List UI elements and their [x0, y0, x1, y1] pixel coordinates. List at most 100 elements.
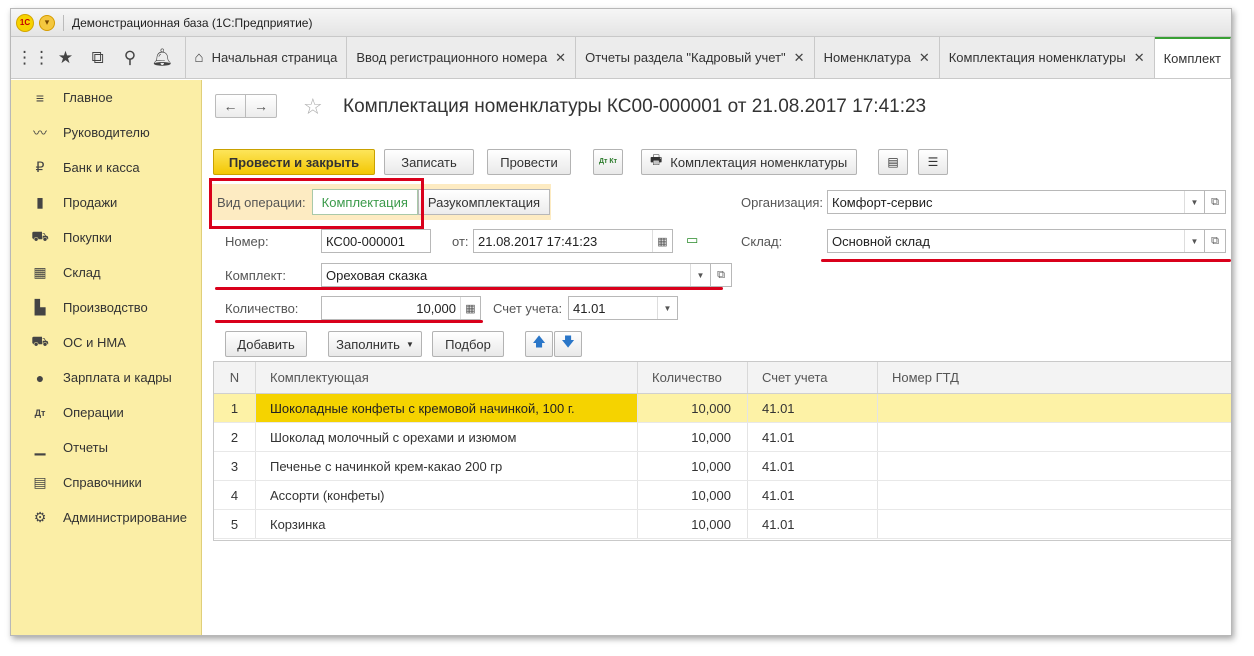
- sidebar-item-production[interactable]: ▙ Производство: [11, 290, 201, 325]
- table-row[interactable]: 1 Шоколадные конфеты с кремовой начинкой…: [214, 394, 1231, 423]
- print-kit-button[interactable]: 🖶︎ Комплектация номенклатуры: [641, 149, 857, 175]
- forward-arrow-icon[interactable]: →: [246, 95, 276, 117]
- sidebar-item-manager[interactable]: 〰 Руководителю: [11, 115, 201, 150]
- list-icon[interactable]: ☰: [918, 149, 948, 175]
- sidebar-item-bank[interactable]: ₽ Банк и касса: [11, 150, 201, 185]
- save-button[interactable]: Записать: [384, 149, 474, 175]
- tab-registration-number[interactable]: Ввод регистрационного номера ✕: [347, 37, 577, 78]
- open-kit-icon[interactable]: ⧉: [710, 263, 732, 287]
- tab-label: Комплект: [1163, 51, 1221, 66]
- sidebar-item-payroll[interactable]: ● Зарплата и кадры: [11, 360, 201, 395]
- sidebar-item-operations[interactable]: Дт Операции: [11, 395, 201, 430]
- sidebar-item-admin[interactable]: ⚙ Администрирование: [11, 500, 201, 535]
- main-menu-button[interactable]: ▾: [39, 14, 55, 31]
- move-up-arrow-icon[interactable]: 🡅: [525, 331, 553, 357]
- operation-unkit-option[interactable]: Разукомплектация: [417, 189, 551, 215]
- warehouse-value: Основной склад: [832, 233, 930, 249]
- open-organization-icon[interactable]: ⧉: [1204, 190, 1226, 214]
- sidebar-item-catalogs[interactable]: ▤ Справочники: [11, 465, 201, 500]
- sidebar-item-warehouse[interactable]: ▦ Склад: [11, 255, 201, 290]
- cell-component[interactable]: Корзинка: [256, 510, 638, 538]
- tab-kit-document[interactable]: Комплект: [1154, 37, 1231, 78]
- kit-field[interactable]: Ореховая сказка ▼: [321, 263, 711, 287]
- debit-credit-icon[interactable]: Дт Кт: [593, 149, 623, 175]
- warehouse-label: Склад:: [741, 234, 783, 249]
- account-field[interactable]: 41.01 ▼: [568, 296, 678, 320]
- quick-toolbar: ⋮⋮ ★ ⧉ ⚲ 🔔︎: [11, 37, 186, 78]
- tab-kit-list[interactable]: Комплектация номенклатуры ✕: [940, 37, 1155, 78]
- cell-quantity[interactable]: 10,000: [638, 394, 748, 422]
- tab-home[interactable]: ⌂ Начальная страница: [186, 37, 348, 78]
- cell-quantity[interactable]: 10,000: [638, 423, 748, 451]
- calendar-icon[interactable]: ▦: [652, 230, 672, 252]
- cell-account[interactable]: 41.01: [748, 481, 878, 509]
- search-icon[interactable]: ⚲: [119, 47, 141, 69]
- column-header-component[interactable]: Комплектующая: [256, 362, 638, 393]
- post-and-close-button[interactable]: Провести и закрыть: [213, 149, 375, 175]
- cell-quantity[interactable]: 10,000: [638, 510, 748, 538]
- tab-hr-reports[interactable]: Отчеты раздела "Кадровый учет" ✕: [576, 37, 815, 78]
- table-row[interactable]: 3 Печенье с начинкой крем-какао 200 гр 1…: [214, 452, 1231, 481]
- column-header-gtd[interactable]: Номер ГТД: [878, 362, 1231, 393]
- open-warehouse-icon[interactable]: ⧉: [1204, 229, 1226, 253]
- organization-field[interactable]: Комфорт-сервис ▼: [827, 190, 1205, 214]
- kit-label: Комплект:: [225, 268, 286, 283]
- chevron-down-icon[interactable]: ▼: [1184, 191, 1204, 213]
- cell-gtd[interactable]: [878, 423, 1231, 451]
- app-window: 1С ▾ Демонстрационная база (1С:Предприят…: [10, 8, 1232, 636]
- notifications-bell-icon[interactable]: 🔔︎: [151, 47, 174, 69]
- cell-gtd[interactable]: [878, 394, 1231, 422]
- document-icon[interactable]: ▤: [878, 149, 908, 175]
- favorite-star-icon[interactable]: ☆: [303, 94, 323, 120]
- sidebar-item-reports[interactable]: ▁ Отчеты: [11, 430, 201, 465]
- sidebar-item-purchases[interactable]: ⛟ Покупки: [11, 220, 201, 255]
- cell-account[interactable]: 41.01: [748, 423, 878, 451]
- cell-account[interactable]: 41.01: [748, 452, 878, 480]
- chevron-down-icon[interactable]: ▼: [690, 264, 710, 286]
- history-icon[interactable]: ⧉: [87, 47, 109, 69]
- chevron-down-icon[interactable]: ▼: [657, 297, 677, 319]
- sidebar-item-sales[interactable]: ▮ Продажи: [11, 185, 201, 220]
- close-icon[interactable]: ✕: [555, 50, 566, 66]
- column-header-quantity[interactable]: Количество: [638, 362, 748, 393]
- cell-component[interactable]: Шоколад молочный с орехами и изюмом: [256, 423, 638, 451]
- table-row[interactable]: 5 Корзинка 10,000 41.01: [214, 510, 1231, 539]
- tab-label: Отчеты раздела "Кадровый учет": [585, 50, 786, 65]
- cell-gtd[interactable]: [878, 510, 1231, 538]
- cell-component[interactable]: Ассорти (конфеты): [256, 481, 638, 509]
- number-field[interactable]: КС00-000001: [321, 229, 431, 253]
- sidebar-item-fixed-assets[interactable]: ⛟ ОС и НМА: [11, 325, 201, 360]
- factory-icon: ▙: [34, 299, 46, 315]
- quantity-field[interactable]: 10,000 ▦: [321, 296, 481, 320]
- cell-quantity[interactable]: 10,000: [638, 481, 748, 509]
- close-icon[interactable]: ✕: [919, 50, 930, 66]
- column-header-n[interactable]: N: [214, 362, 256, 393]
- add-row-button[interactable]: Добавить: [225, 331, 307, 357]
- cell-gtd[interactable]: [878, 481, 1231, 509]
- cell-component[interactable]: Шоколадные конфеты с кремовой начинкой, …: [256, 394, 638, 422]
- favorites-star-icon[interactable]: ★: [54, 47, 76, 69]
- cell-gtd[interactable]: [878, 452, 1231, 480]
- move-down-arrow-icon[interactable]: 🡇: [554, 331, 582, 357]
- tab-nomenclature[interactable]: Номенклатура ✕: [815, 37, 940, 78]
- table-row[interactable]: 2 Шоколад молочный с орехами и изюмом 10…: [214, 423, 1231, 452]
- chevron-down-icon[interactable]: ▼: [1184, 230, 1204, 252]
- cell-quantity[interactable]: 10,000: [638, 452, 748, 480]
- column-header-account[interactable]: Счет учета: [748, 362, 878, 393]
- cell-component[interactable]: Печенье с начинкой крем-какао 200 гр: [256, 452, 638, 480]
- cell-account[interactable]: 41.01: [748, 510, 878, 538]
- back-arrow-icon[interactable]: ←: [216, 95, 246, 117]
- cell-account[interactable]: 41.01: [748, 394, 878, 422]
- date-field[interactable]: 21.08.2017 17:41:23 ▦: [473, 229, 673, 253]
- select-items-button[interactable]: Подбор: [432, 331, 504, 357]
- calculator-icon[interactable]: ▦: [460, 297, 480, 319]
- fill-button[interactable]: Заполнить ▼: [328, 331, 422, 357]
- apps-grid-icon[interactable]: ⋮⋮: [16, 47, 50, 69]
- post-button[interactable]: Провести: [487, 149, 571, 175]
- sidebar-item-main[interactable]: ≡ Главное: [11, 80, 201, 115]
- cart-icon: ⛟: [31, 228, 49, 244]
- warehouse-field[interactable]: Основной склад ▼: [827, 229, 1205, 253]
- close-icon[interactable]: ✕: [794, 50, 805, 66]
- close-icon[interactable]: ✕: [1134, 50, 1145, 66]
- table-row[interactable]: 4 Ассорти (конфеты) 10,000 41.01: [214, 481, 1231, 510]
